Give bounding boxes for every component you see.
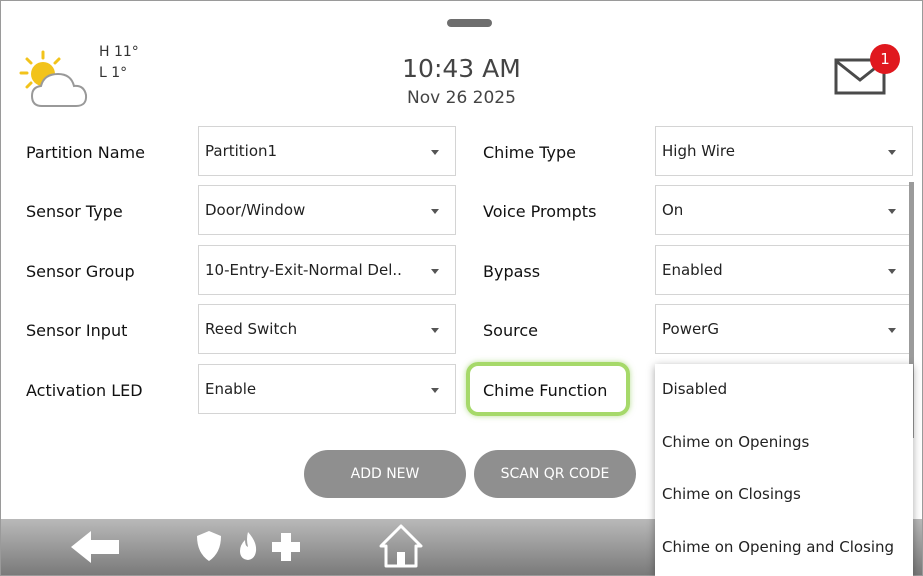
back-arrow-icon[interactable] — [71, 531, 121, 563]
chevron-down-icon — [431, 328, 439, 333]
clock-date: Nov 26 2025 — [407, 88, 516, 108]
home-icon[interactable] — [379, 524, 423, 568]
sensor-type-label: Sensor Type — [26, 202, 123, 221]
voice-prompts-select[interactable]: On — [655, 185, 913, 235]
activation-led-value: Enable — [205, 380, 257, 398]
dropdown-option-chime-on-opening-and-closing[interactable]: Chime on Opening and Closing — [662, 538, 894, 556]
activation-led-label: Activation LED — [26, 381, 143, 400]
chime-function-dropdown: Disabled Chime on Openings Chime on Clos… — [655, 364, 913, 576]
chime-type-value: High Wire — [662, 142, 735, 160]
chevron-down-icon — [431, 269, 439, 274]
chevron-down-icon — [888, 269, 896, 274]
dropdown-option-chime-on-closings[interactable]: Chime on Closings — [662, 485, 801, 503]
chime-type-label: Chime Type — [483, 143, 577, 162]
sensor-type-value: Door/Window — [205, 201, 306, 219]
medical-cross-icon[interactable] — [271, 532, 301, 562]
add-new-button[interactable]: ADD NEW — [304, 450, 466, 498]
voice-prompts-value: On — [662, 201, 684, 219]
chevron-down-icon — [431, 150, 439, 155]
sensor-input-select[interactable]: Reed Switch — [198, 304, 456, 354]
clock-time: 10:43 AM — [402, 54, 521, 83]
sensor-group-value: 10-Entry-Exit-Normal Del.. — [205, 261, 402, 279]
partition-name-value: Partition1 — [205, 142, 278, 160]
chevron-down-icon — [431, 209, 439, 214]
message-count-badge: 1 — [870, 44, 900, 74]
partition-name-label: Partition Name — [26, 143, 145, 162]
bypass-value: Enabled — [662, 261, 723, 279]
chevron-down-icon — [888, 328, 896, 333]
dropdown-option-disabled[interactable]: Disabled — [662, 380, 727, 398]
sensor-group-label: Sensor Group — [26, 262, 135, 281]
voice-prompts-label: Voice Prompts — [483, 202, 597, 221]
fire-icon[interactable] — [237, 531, 259, 561]
source-label: Source — [483, 321, 538, 340]
chevron-down-icon — [888, 209, 896, 214]
bypass-select[interactable]: Enabled — [655, 245, 913, 295]
chevron-down-icon — [431, 388, 439, 393]
source-select[interactable]: PowerG — [655, 304, 913, 354]
chevron-down-icon — [888, 150, 896, 155]
activation-led-select[interactable]: Enable — [198, 364, 456, 414]
sensor-input-value: Reed Switch — [205, 320, 298, 338]
sensor-type-select[interactable]: Door/Window — [198, 185, 456, 235]
chime-function-label: Chime Function — [483, 381, 608, 400]
chime-type-select[interactable]: High Wire — [655, 126, 913, 176]
pull-down-handle[interactable] — [447, 19, 492, 27]
partition-name-select[interactable]: Partition1 — [198, 126, 456, 176]
shield-icon[interactable] — [195, 529, 223, 563]
source-value: PowerG — [662, 320, 719, 338]
scan-qr-code-button[interactable]: SCAN QR CODE — [474, 450, 636, 498]
bypass-label: Bypass — [483, 262, 541, 281]
sensor-input-label: Sensor Input — [26, 321, 128, 340]
sensor-group-select[interactable]: 10-Entry-Exit-Normal Del.. — [198, 245, 456, 295]
dropdown-option-chime-on-openings[interactable]: Chime on Openings — [662, 433, 809, 451]
